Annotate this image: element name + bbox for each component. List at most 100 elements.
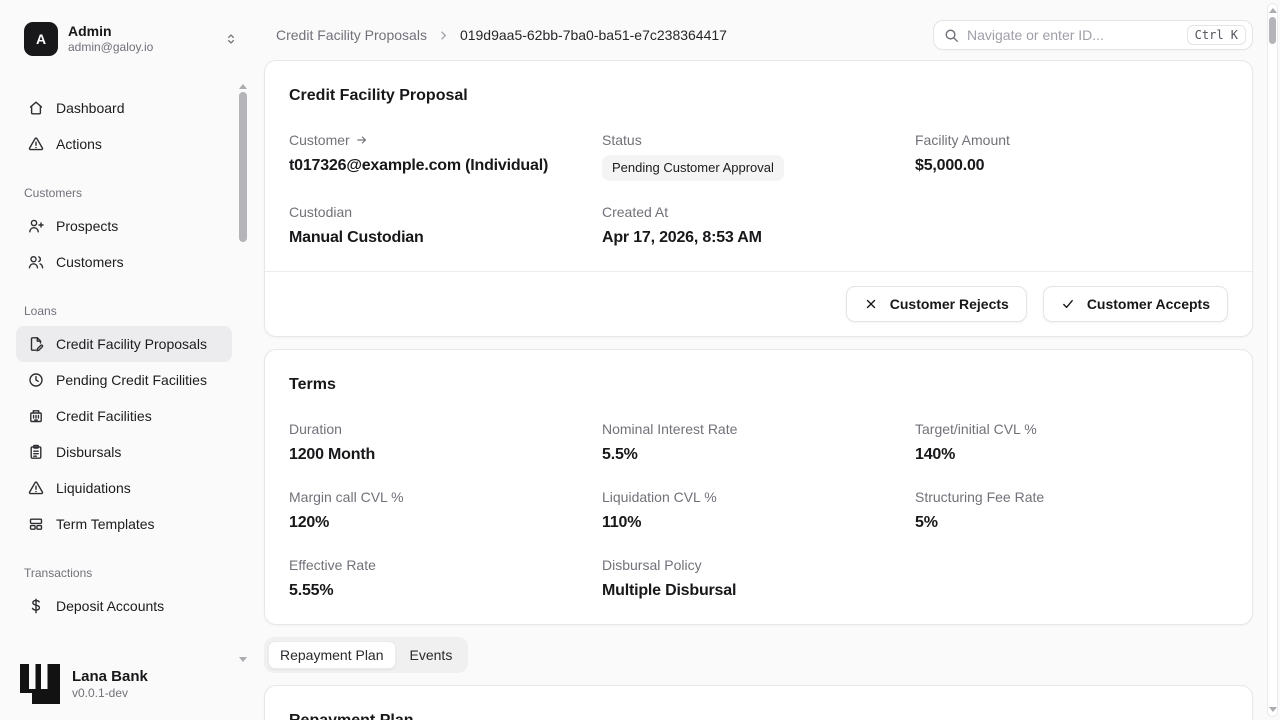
button-label: Customer Rejects [890,296,1009,312]
field-label: Disbursal Policy [602,556,915,574]
check-icon [1061,297,1075,311]
scroll-up-icon[interactable] [239,84,247,89]
sidebar: A Admin admin@galoy.io Dashboard Actions… [0,0,256,720]
sidebar-item-term-templates[interactable]: Term Templates [16,506,232,542]
scroll-down-icon[interactable] [239,657,247,662]
dollar-icon [28,598,44,614]
breadcrumb: Credit Facility Proposals 019d9aa5-62bb-… [264,27,727,43]
field-value: 140% [915,444,1228,466]
brand-version: v0.0.1-dev [72,686,148,701]
customer-link[interactable]: t017326@example.com (Individual) [289,155,602,177]
profile-menu-button[interactable]: A Admin admin@galoy.io [24,22,238,56]
field-value: $5,000.00 [915,155,1228,177]
repayment-plan-title: Repayment Plan [289,710,1228,720]
field-label: Created At [602,203,915,221]
sidebar-item-label: Disbursals [56,444,121,460]
sidebar-item-label: Credit Facility Proposals [56,336,207,352]
search-input[interactable] [967,27,1179,43]
terms-card-body: Terms Duration 1200 Month Nominal Intere… [265,350,1252,624]
sidebar-item-label: Deposit Accounts [56,598,164,614]
customer-rejects-button[interactable]: Customer Rejects [846,286,1027,322]
user-plus-icon [28,218,44,234]
field-label: Liquidation CVL % [602,488,915,506]
profile-name: Admin [68,23,214,40]
field-label: Duration [289,420,602,438]
tab-repayment-plan[interactable]: Repayment Plan [268,641,396,669]
sidebar-scrollbar[interactable] [239,84,247,662]
sidebar-item-liquidations[interactable]: Liquidations [16,470,232,506]
field-label: Structuring Fee Rate [915,488,1228,506]
search-bar[interactable]: Ctrl K [933,20,1253,50]
alert-triangle-icon [28,480,44,496]
field-liquidation-cvl: Liquidation CVL % 110% [602,488,915,534]
brand-meta: Lana Bank v0.0.1-dev [72,667,148,701]
sidebar-item-label: Term Templates [56,516,155,532]
scroll-down-icon[interactable] [1269,707,1277,712]
page-scrollbar[interactable] [1267,3,1278,717]
users-icon [28,254,44,270]
proposal-card-title: Credit Facility Proposal [289,85,1228,107]
proposal-card-actions: Customer Rejects Customer Accepts [265,271,1252,336]
sidebar-item-dashboard[interactable]: Dashboard [16,90,232,126]
search-icon [944,28,959,43]
sidebar-item-credit-facility-proposals[interactable]: Credit Facility Proposals [16,326,232,362]
chevron-right-icon [437,29,450,42]
clipboard-icon [28,444,44,460]
field-value: 5.55% [289,580,602,602]
sidebar-item-actions[interactable]: Actions [16,126,232,162]
page-scrollbar-thumb[interactable] [1269,17,1276,44]
field-label: Status [602,131,915,149]
field-label: Customer [289,131,602,149]
tab-events[interactable]: Events [398,641,465,669]
sidebar-scrollbar-thumb[interactable] [239,92,247,242]
alert-triangle-icon [28,136,44,152]
sidebar-item-credit-facilities[interactable]: Credit Facilities [16,398,232,434]
profile-email: admin@galoy.io [68,40,214,55]
field-target-initial-cvl: Target/initial CVL % 140% [915,420,1228,466]
field-label: Facility Amount [915,131,1228,149]
section-label-customers: Customers [24,186,232,200]
field-status: Status Pending Customer Approval [602,131,915,181]
sidebar-item-customers[interactable]: Customers [16,244,232,280]
topbar: Credit Facility Proposals 019d9aa5-62bb-… [264,20,1253,50]
sidebar-item-label: Pending Credit Facilities [56,372,207,388]
scroll-up-icon[interactable] [1269,8,1277,13]
sidebar-item-label: Actions [56,136,102,152]
field-facility-amount: Facility Amount $5,000.00 [915,131,1228,181]
section-label-loans: Loans [24,304,232,318]
field-label: Target/initial CVL % [915,420,1228,438]
field-value: 110% [602,512,915,534]
proposal-card-body: Credit Facility Proposal Customer t01732… [265,61,1252,271]
sidebar-item-label: Prospects [56,218,118,234]
status-badge: Pending Customer Approval [602,155,784,181]
sidebar-item-label: Credit Facilities [56,408,152,424]
brand-name: Lana Bank [72,667,148,686]
sidebar-item-label: Liquidations [56,480,131,496]
layout-template-icon [28,516,44,532]
arrow-right-icon [356,134,368,146]
sidebar-footer: Lana Bank v0.0.1-dev [0,652,256,720]
main-content: Credit Facility Proposals 019d9aa5-62bb-… [256,0,1280,720]
field-label: Effective Rate [289,556,602,574]
breadcrumb-parent[interactable]: Credit Facility Proposals [276,27,427,43]
credit-facility-proposal-card: Credit Facility Proposal Customer t01732… [264,60,1253,337]
search-shortcut-badge: Ctrl K [1187,25,1246,45]
field-label: Nominal Interest Rate [602,420,915,438]
x-icon [864,297,878,311]
field-label-text: Customer [289,131,350,149]
field-label: Margin call CVL % [289,488,602,506]
sidebar-item-pending-credit-facilities[interactable]: Pending Credit Facilities [16,362,232,398]
sidebar-item-deposit-accounts[interactable]: Deposit Accounts [16,588,232,624]
proposal-fields: Customer t017326@example.com (Individual… [289,131,1228,249]
terms-card-title: Terms [289,374,1228,396]
lana-bank-logo [20,664,60,704]
sidebar-item-prospects[interactable]: Prospects [16,208,232,244]
sidebar-item-disbursals[interactable]: Disbursals [16,434,232,470]
field-value: Multiple Disbursal [602,580,915,602]
terms-fields: Duration 1200 Month Nominal Interest Rat… [289,420,1228,602]
field-value: 5% [915,512,1228,534]
field-customer: Customer t017326@example.com (Individual… [289,131,602,181]
chevrons-up-down-icon [224,32,238,46]
customer-accepts-button[interactable]: Customer Accepts [1043,286,1228,322]
repayment-plan-card-body: Repayment Plan [265,686,1252,720]
